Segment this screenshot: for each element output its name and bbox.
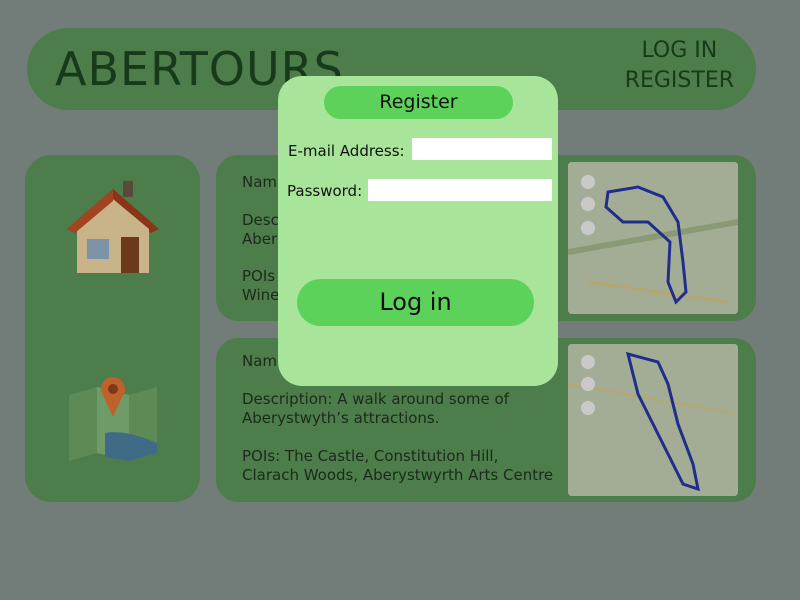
tour-name: Nam [242,173,278,191]
register-modal: Register E-mail Address: Password: Log i… [278,76,558,386]
email-label: E-mail Address: [288,142,405,160]
login-link[interactable]: LOG IN [625,36,734,66]
tour-description-line: Aberystwyth’s attractions. [242,409,440,427]
password-label: Password: [287,182,363,200]
tour-pois-line: Wine [242,286,280,304]
map-icon[interactable] [65,373,161,463]
home-icon[interactable] [61,177,165,281]
login-button[interactable]: Log in [297,279,534,326]
modal-title: Register [324,86,513,119]
sidebar-panel [25,155,200,502]
tour-pois-line: POIs [242,267,276,285]
tour-description-line: Description: A walk around some of [242,390,509,408]
route-map-image[interactable] [568,344,738,496]
route-map-image[interactable] [568,162,738,314]
tour-pois-line: POIs: The Castle, Constitution Hill, [242,447,499,465]
tour-description-line: Desc [242,211,279,229]
auth-links: LOG IN REGISTER [625,36,734,96]
password-field[interactable] [368,179,552,201]
register-link[interactable]: REGISTER [625,66,734,96]
email-field[interactable] [412,138,552,160]
tour-pois-line: Clarach Woods, Aberystwyrth Arts Centre [242,466,554,484]
tour-description-line: Aber [242,230,278,248]
